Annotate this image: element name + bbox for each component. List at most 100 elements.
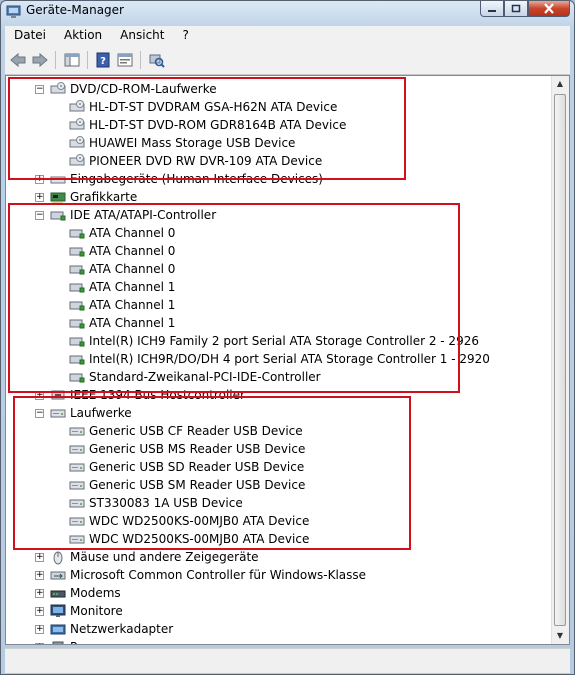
menu-aktion[interactable]: Aktion <box>55 26 111 46</box>
tree-device-item[interactable]: Generic USB SD Reader USB Device <box>69 458 304 476</box>
maximize-button[interactable] <box>504 1 528 17</box>
dvd-drive-icon <box>69 100 85 112</box>
tree-device-item[interactable]: ATA Channel 1 <box>69 278 175 296</box>
tree-device-item[interactable]: WDC WD2500KS-00MJB0 ATA Device <box>69 530 309 548</box>
tree-device-item[interactable]: Generic USB SM Reader USB Device <box>69 476 305 494</box>
expand-toggle-icon[interactable]: + <box>35 625 44 634</box>
processor-icon <box>52 641 64 644</box>
help-book-icon: ? <box>96 52 110 68</box>
scrollbar-thumb[interactable] <box>554 94 566 626</box>
vertical-scrollbar[interactable]: ▲ ▼ <box>551 76 569 644</box>
display-adapter-icon <box>50 192 66 203</box>
expand-toggle-icon[interactable]: + <box>35 553 44 562</box>
hard-disk-icon <box>69 535 85 544</box>
tree-category[interactable]: IDE ATA/ATAPI-Controller <box>50 206 216 224</box>
tree-category[interactable]: Modems <box>50 584 121 602</box>
collapse-toggle-icon[interactable]: − <box>35 85 44 94</box>
properties-icon <box>117 53 133 67</box>
menu-bar: Datei Aktion Ansicht ? <box>5 25 570 46</box>
tree-category[interactable]: IEEE 1394 Bus Hostcontroller <box>50 386 245 404</box>
toolbar: ? <box>5 46 570 75</box>
tree-device-item[interactable]: HUAWEI Mass Storage USB Device <box>69 134 295 152</box>
tree-item-label: Prozessoren <box>70 640 142 644</box>
scroll-up-icon[interactable]: ▲ <box>555 79 565 89</box>
tree-device-item[interactable]: ATA Channel 0 <box>69 224 175 242</box>
expand-toggle-icon[interactable]: + <box>35 643 44 644</box>
tree-device-item[interactable]: Intel(R) ICH9R/DO/DH 4 port Serial ATA S… <box>69 350 490 368</box>
close-button[interactable] <box>528 1 570 17</box>
device-tree[interactable]: − DVD/CD-ROM-Laufwerke HL-DT-ST DVDRAM GSA… <box>6 76 552 644</box>
menu-datei[interactable]: Datei <box>5 26 55 46</box>
network-adapter-icon <box>50 624 66 635</box>
tree-item-label: WDC WD2500KS-00MJB0 ATA Device <box>89 532 310 546</box>
hard-disk-icon <box>50 409 66 418</box>
collapse-toggle-icon[interactable]: − <box>35 211 44 220</box>
caption-buttons <box>480 1 570 18</box>
tree-category[interactable]: Netzwerkadapter <box>50 620 173 638</box>
tree-item-label: IDE ATA/ATAPI-Controller <box>70 208 217 222</box>
tree-item-label: Microsoft Common Controller für Windows-… <box>70 568 367 582</box>
tree-item-label: PIONEER DVD RW DVR-109 ATA Device <box>89 154 323 168</box>
tree-device-item[interactable]: Intel(R) ICH9 Family 2 port Serial ATA S… <box>69 332 479 350</box>
tree-category[interactable]: Laufwerke <box>50 404 132 422</box>
expand-toggle-icon[interactable]: + <box>35 589 44 598</box>
tree-device-item[interactable]: ATA Channel 0 <box>69 260 175 278</box>
tree-category[interactable]: Eingabegeräte (Human Interface Devices) <box>50 170 323 188</box>
back-button[interactable] <box>9 51 27 69</box>
scroll-down-icon[interactable]: ▼ <box>555 631 565 641</box>
tree-category[interactable]: Grafikkarte <box>50 188 137 206</box>
dvd-drive-icon <box>69 118 85 130</box>
tree-item-label: Generic USB MS Reader USB Device <box>89 442 306 456</box>
tree-device-item[interactable]: Generic USB CF Reader USB Device <box>69 422 303 440</box>
svg-text:?: ? <box>100 56 106 67</box>
controller-icon <box>69 355 85 365</box>
tree-category[interactable]: Monitore <box>50 602 123 620</box>
tree-item-label: Mäuse und andere Zeigegeräte <box>70 550 259 564</box>
scan-hardware-button[interactable] <box>148 51 166 69</box>
menu-help[interactable]: ? <box>173 26 197 46</box>
tree-item-label: ATA Channel 1 <box>89 298 176 312</box>
usb-controller-icon <box>50 571 66 580</box>
tree-device-item[interactable]: ST330083 1A USB Device <box>69 494 243 512</box>
tree-device-item[interactable]: ATA Channel 1 <box>69 314 175 332</box>
tree-device-item[interactable]: HL-DT-ST DVD-ROM GDR8164B ATA Device <box>69 116 346 134</box>
tree-category[interactable]: Microsoft Common Controller für Windows-… <box>50 566 366 584</box>
tree-item-label: ATA Channel 0 <box>89 262 176 276</box>
properties-button[interactable] <box>116 51 134 69</box>
tree-category[interactable]: Mäuse und andere Zeigegeräte <box>50 548 259 566</box>
device-tree-panel: − DVD/CD-ROM-Laufwerke HL-DT-ST DVDRAM GSA… <box>5 75 570 645</box>
controller-icon <box>69 283 85 293</box>
minimize-icon <box>488 9 496 12</box>
expand-toggle-icon[interactable]: + <box>35 391 44 400</box>
device-manager-window: Geräte-Manager Datei Aktion Ansicht ? ? … <box>0 0 575 675</box>
hard-disk-icon <box>69 517 85 526</box>
help-button[interactable]: ? <box>94 51 112 69</box>
collapse-toggle-icon[interactable]: − <box>35 409 44 418</box>
expand-toggle-icon[interactable]: + <box>35 571 44 580</box>
controller-icon <box>69 229 85 239</box>
device-manager-icon <box>6 5 21 18</box>
tree-category[interactable]: DVD/CD-ROM-Laufwerke <box>50 80 217 98</box>
dvd-drive-icon <box>69 136 85 148</box>
controller-icon <box>69 337 85 347</box>
expand-toggle-icon[interactable]: + <box>35 193 44 202</box>
tree-device-item[interactable]: PIONEER DVD RW DVR-109 ATA Device <box>69 152 322 170</box>
expand-toggle-icon[interactable]: + <box>35 607 44 616</box>
forward-button[interactable] <box>31 51 49 69</box>
show-hide-console-tree-button[interactable] <box>63 51 81 69</box>
tree-device-item[interactable]: WDC WD2500KS-00MJB0 ATA Device <box>69 512 309 530</box>
tree-device-item[interactable]: HL-DT-ST DVDRAM GSA-H62N ATA Device <box>69 98 337 116</box>
tree-item-label: Intel(R) ICH9R/DO/DH 4 port Serial ATA S… <box>89 352 490 366</box>
menu-ansicht[interactable]: Ansicht <box>111 26 173 46</box>
tree-item-label: HL-DT-ST DVDRAM GSA-H62N ATA Device <box>89 100 338 114</box>
tree-device-item[interactable]: Standard-Zweikanal-PCI-IDE-Controller <box>69 368 321 386</box>
tree-category[interactable]: Prozessoren <box>50 638 142 644</box>
tree-device-item[interactable]: Generic USB MS Reader USB Device <box>69 440 305 458</box>
expand-toggle-icon[interactable]: + <box>35 175 44 184</box>
tree-device-item[interactable]: ATA Channel 0 <box>69 242 175 260</box>
title-bar[interactable]: Geräte-Manager <box>1 1 574 23</box>
tree-item-label: Eingabegeräte (Human Interface Devices) <box>70 172 323 186</box>
tree-device-item[interactable]: ATA Channel 1 <box>69 296 175 314</box>
toolbar-separator <box>55 51 56 69</box>
minimize-button[interactable] <box>480 1 504 17</box>
